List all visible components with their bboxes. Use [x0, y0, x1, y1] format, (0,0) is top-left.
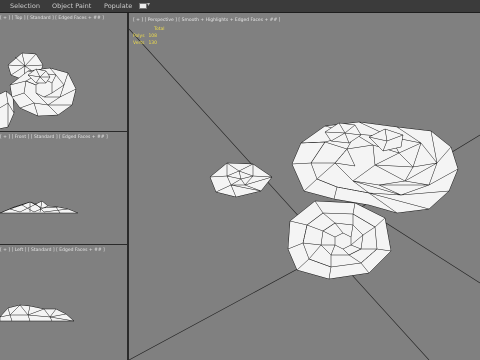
menu-object-paint[interactable]: Object Paint [52, 1, 91, 11]
viewport-left[interactable]: [ + ] [ Left ] [ Standard ] [ Edged Face… [0, 245, 127, 360]
menu-bar: Selection Object Paint Populate ▾ [0, 0, 480, 13]
mesh-hexagon [287, 200, 392, 280]
flag-icon[interactable] [139, 3, 147, 9]
mesh-large [291, 121, 459, 214]
menu-populate[interactable]: Populate [104, 1, 132, 11]
viewport-front[interactable]: [ + ] [ Front ] [ Standard ] [ Edged Fac… [0, 132, 127, 244]
stats-verts-label: Verts [133, 41, 145, 46]
top-view-mesh [0, 52, 77, 129]
viewport-top[interactable]: [ + ] [ Top ] [ Standard ] [ Edged Faces… [0, 13, 127, 131]
stats-row-polys: Polys 108 [133, 33, 157, 40]
stats-polys-value: 108 [148, 34, 158, 39]
menu-selection[interactable]: Selection [10, 1, 40, 11]
perspective-view-scene [129, 28, 480, 360]
viewport-front-label[interactable]: [ + ] [ Front ] [ Standard ] [ Edged Fac… [0, 135, 108, 141]
stats-row-verts: Verts 130 [133, 40, 157, 47]
stats-polys-label: Polys [133, 34, 145, 39]
front-view-mesh [0, 200, 79, 214]
viewport-perspective-label[interactable]: [ + ] [ Perspective ] [ Smooth + Highlig… [133, 18, 280, 24]
mesh-small [209, 162, 273, 198]
stats-verts-value: 130 [148, 41, 158, 46]
chevron-down-icon[interactable]: ▾ [147, 0, 150, 10]
viewport-left-label[interactable]: [ + ] [ Left ] [ Standard ] [ Edged Face… [0, 248, 105, 254]
stats-header: Total [154, 27, 165, 32]
left-view-mesh [0, 304, 75, 322]
stats-overlay: Total Polys 108 Verts 130 [133, 27, 165, 47]
viewport-top-label[interactable]: [ + ] [ Top ] [ Standard ] [ Edged Faces… [0, 16, 104, 22]
viewport-perspective[interactable]: [ + ] [ Perspective ] [ Smooth + Highlig… [129, 13, 480, 360]
